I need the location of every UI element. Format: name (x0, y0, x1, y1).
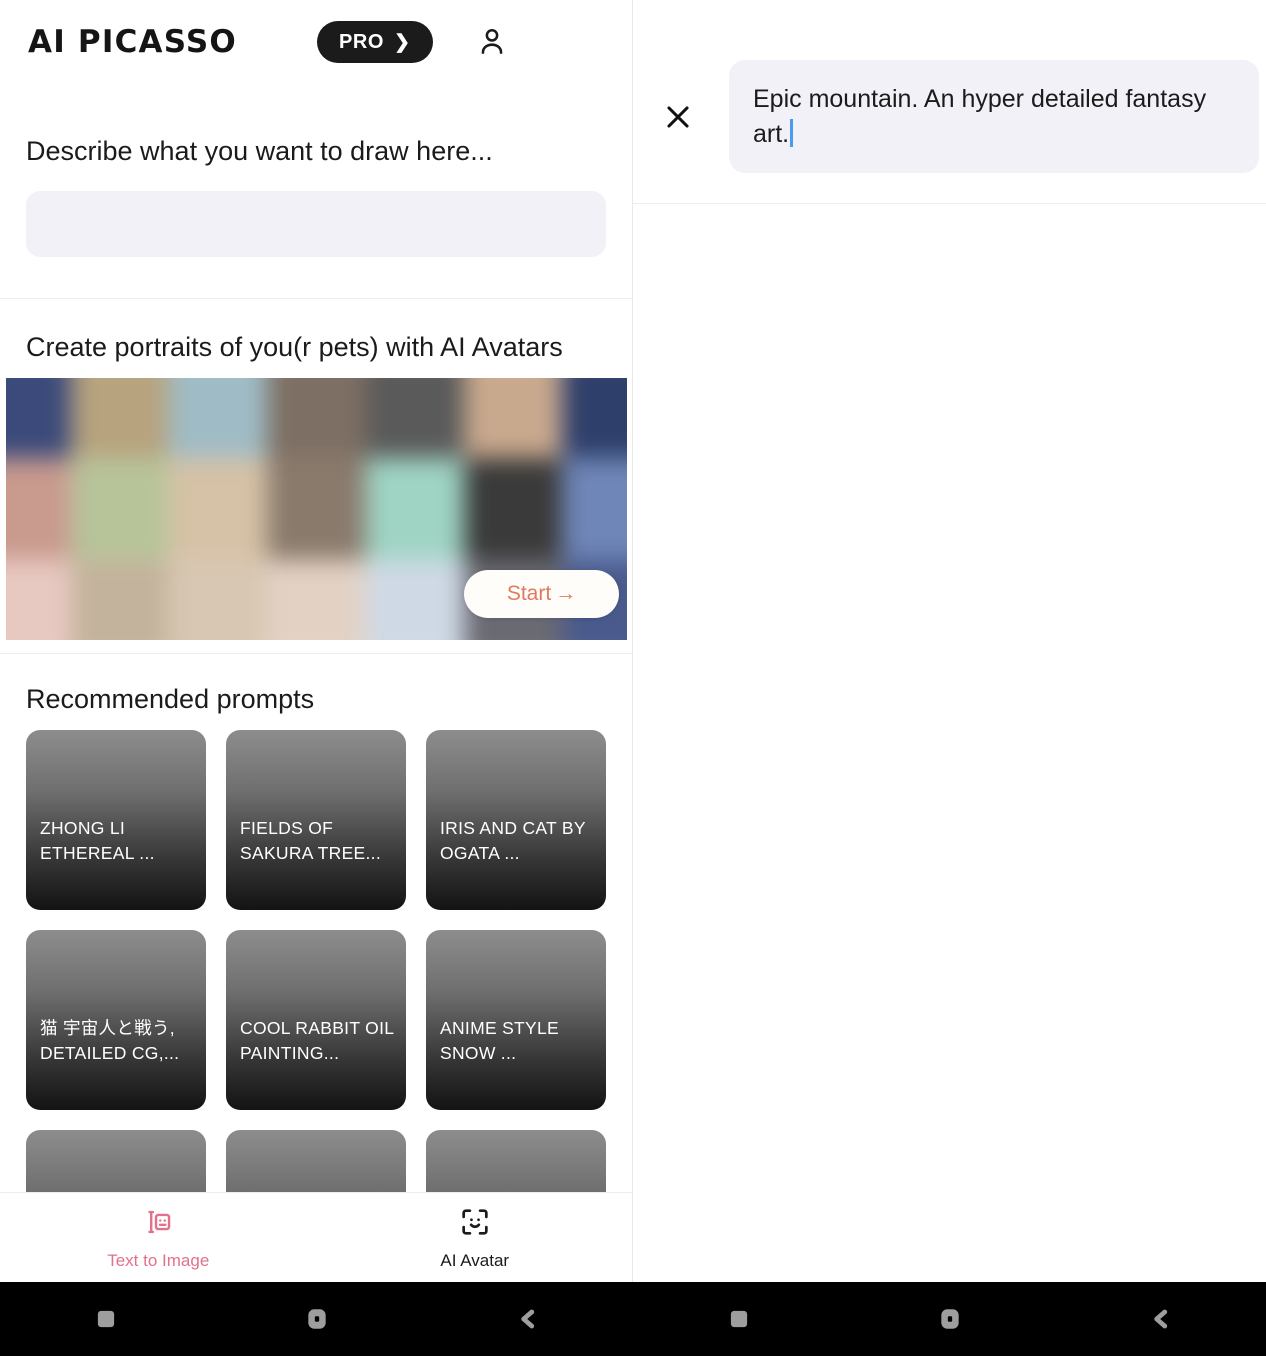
prompt-editor-screen: Epic mountain. An hyper detailed fantasy… (633, 0, 1266, 1282)
recents-square-icon[interactable] (684, 1306, 794, 1332)
prompt-input-row: Epic mountain. An hyper detailed fantasy… (661, 60, 1259, 173)
prompt-divider (633, 203, 1266, 204)
tab-label: AI Avatar (440, 1250, 510, 1270)
prompt-card-label: COOL RABBIT OIL PAINTING... (240, 1018, 394, 1064)
prompt-card-label: ANIME STYLE SNOW ... (440, 1018, 560, 1064)
section-divider-2 (0, 653, 632, 654)
prompt-input[interactable]: Epic mountain. An hyper detailed fantasy… (729, 60, 1259, 173)
close-icon[interactable] (661, 100, 695, 134)
arrow-right-icon: → (555, 582, 577, 605)
recommended-prompts-title: Recommended prompts (26, 684, 315, 714)
describe-input[interactable] (26, 191, 606, 257)
tab-label: Text to Image (107, 1250, 210, 1270)
pro-badge-label: PRO (338, 30, 385, 53)
system-navigation-bar-right (633, 1282, 1266, 1356)
face-scan-icon (458, 1205, 492, 1244)
start-button-label: Start (506, 582, 552, 605)
tab-ai-avatar[interactable]: AI Avatar (317, 1205, 633, 1271)
chevron-right-icon: ❯ (394, 31, 411, 53)
prompt-input-value: Epic mountain. An hyper detailed fantasy… (753, 85, 1207, 148)
prompt-card-label: 猫 宇宙人と戦う, DETAILED CG,... (40, 1018, 180, 1064)
back-chevron-icon[interactable] (1106, 1306, 1216, 1332)
app-brand-logo: AI PICASSO (28, 24, 237, 60)
text-to-image-screen: AI PICASSO PRO ❯ Describe what you want … (0, 0, 633, 1282)
back-chevron-icon[interactable] (473, 1306, 583, 1332)
prompt-card[interactable]: ANIME STYLE SNOW ... (426, 930, 606, 1110)
prompt-card[interactable]: IRIS AND CAT BY OGATA ... (426, 730, 606, 910)
prompt-card[interactable]: COOL RABBIT OIL PAINTING... (226, 930, 406, 1110)
prompt-card-label: ZHONG LI ETHEREAL ... (40, 818, 155, 864)
prompt-card[interactable]: 猫 宇宙人と戦う, DETAILED CG,... (26, 930, 206, 1110)
bottom-tab-bar: Text to Image AI Avatar (0, 1192, 633, 1282)
tab-text-to-image[interactable]: Text to Image (0, 1205, 317, 1271)
text-to-image-icon (141, 1205, 175, 1244)
prompt-card[interactable]: ZHONG LI ETHEREAL ... (26, 730, 206, 910)
recents-square-icon[interactable] (51, 1306, 161, 1332)
describe-section-title: Describe what you want to draw here... (26, 136, 493, 166)
prompt-card-label: IRIS AND CAT BY OGATA ... (440, 818, 586, 864)
pro-upgrade-button[interactable]: PRO ❯ (316, 21, 433, 63)
app-header: AI PICASSO PRO ❯ (0, 0, 632, 84)
text-caret (790, 118, 794, 147)
prompt-card[interactable]: FIELDS OF SAKURA TREE... (226, 730, 406, 910)
avatars-start-button[interactable]: Start → (464, 570, 619, 618)
section-divider (0, 298, 632, 299)
ai-avatars-banner-title: Create portraits of you(r pets) with AI … (26, 332, 563, 362)
person-icon[interactable] (475, 25, 509, 59)
home-circle-icon[interactable] (262, 1306, 372, 1332)
home-circle-icon[interactable] (895, 1306, 1005, 1332)
system-navigation-bar-left (0, 1282, 633, 1356)
ai-avatars-banner[interactable]: Start → (6, 378, 627, 640)
prompt-card-label: FIELDS OF SAKURA TREE... (240, 818, 382, 864)
